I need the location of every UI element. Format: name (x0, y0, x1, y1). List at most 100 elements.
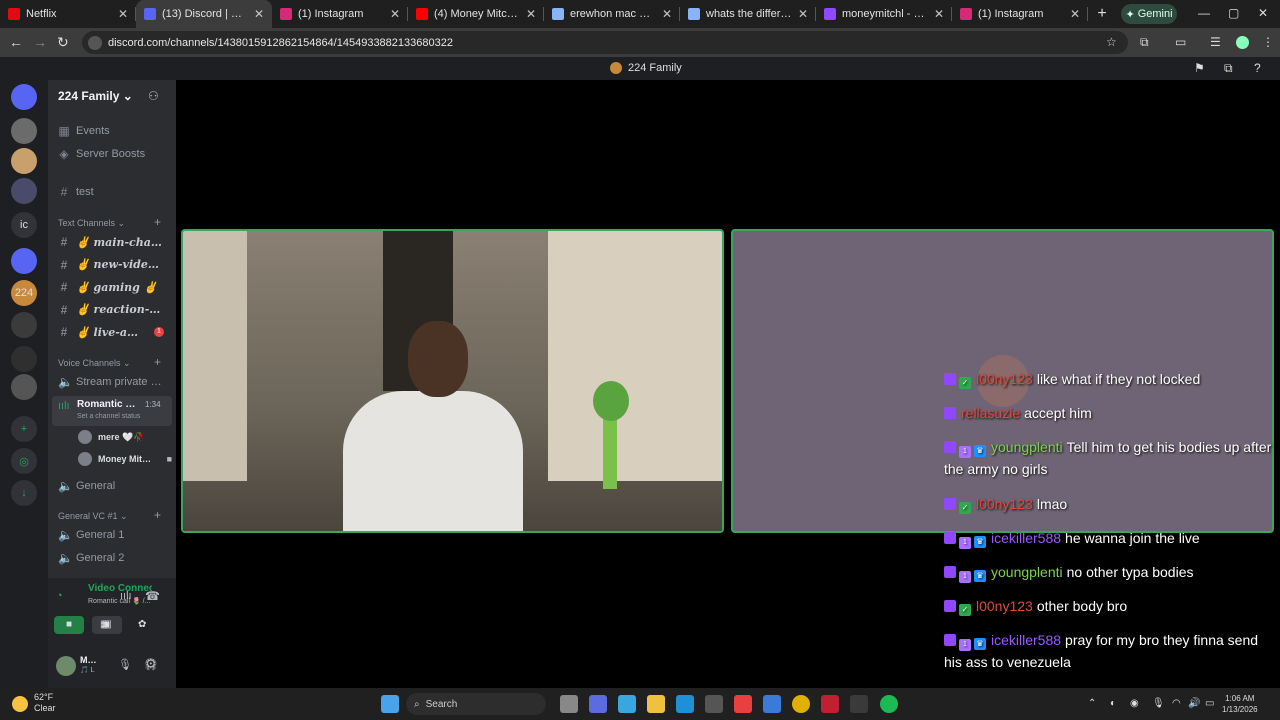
voice-channel-general-2[interactable]: 🔈 General 2 (58, 548, 170, 568)
settings-gear-icon[interactable]: ⚙ (145, 656, 157, 672)
server-icon[interactable] (11, 178, 37, 204)
mail-icon[interactable] (763, 695, 781, 713)
close-tab-icon[interactable]: ✕ (254, 7, 264, 21)
battery-icon[interactable]: ▭ (1205, 698, 1214, 709)
bookmark-star-icon[interactable]: ☆ (1106, 35, 1117, 49)
server-icon[interactable]: ic (11, 212, 37, 238)
text-channel[interactable]: # ✌ gaming ✌ (58, 277, 170, 297)
maximize-icon[interactable]: ▢ (1228, 6, 1239, 20)
server-icon[interactable] (11, 346, 37, 372)
store-icon[interactable] (705, 695, 723, 713)
close-tab-icon[interactable]: ✕ (1070, 7, 1080, 21)
close-tab-icon[interactable]: ✕ (798, 7, 808, 21)
channel-test[interactable]: # test (58, 182, 170, 202)
voice-channels-category[interactable]: Voice Channels ⌄ (58, 358, 131, 369)
voice-channel-stream-private[interactable]: 🔈 Stream private … (58, 372, 170, 392)
close-tab-icon[interactable]: ✕ (118, 7, 128, 21)
text-channel[interactable]: # ✌ main-cha… (58, 232, 170, 252)
server-icon[interactable] (11, 312, 37, 338)
close-tab-icon[interactable]: ✕ (526, 7, 536, 21)
camera-video-tile[interactable] (181, 229, 724, 533)
task-view-icon[interactable] (560, 695, 578, 713)
browser-tab[interactable]: (4) Money Mitchl - YouT ✕ (408, 0, 544, 28)
events-item[interactable]: ▦ Events (58, 121, 170, 141)
app-icon[interactable] (734, 695, 752, 713)
voice-channel-general-1[interactable]: 🔈 General 1 (58, 525, 170, 545)
wifi-icon[interactable]: ◠ (1172, 698, 1181, 709)
reload-icon[interactable]: ↻ (57, 34, 69, 51)
server-icon[interactable] (11, 374, 37, 400)
minimize-icon[interactable]: — (1198, 6, 1210, 20)
media-icon[interactable]: ☰ (1210, 35, 1221, 49)
address-bar[interactable]: discord.com/channels/1438015912862154864… (82, 31, 1128, 54)
menu-kebab-icon[interactable]: ⋮ (1262, 35, 1274, 49)
site-info-icon[interactable] (88, 35, 102, 50)
new-tab-button[interactable]: + (1088, 5, 1116, 23)
browser-tab[interactable]: (1) Instagram ✕ (952, 0, 1088, 28)
back-icon[interactable]: ← (9, 34, 23, 50)
browser-tab[interactable]: (1) Instagram ✕ (272, 0, 408, 28)
server-icon[interactable] (11, 248, 37, 274)
active-voice-channel[interactable]: ıılı Romantic … 1:34 Set a channel statu… (52, 396, 172, 426)
close-window-icon[interactable]: ✕ (1258, 6, 1268, 20)
browser-tab[interactable]: moneymitchl - Video P ✕ (816, 0, 952, 28)
add-voice-channel-icon[interactable]: + (154, 355, 161, 369)
close-tab-icon[interactable]: ✕ (662, 7, 672, 21)
browser-tab[interactable]: whats the difference be ✕ (680, 0, 816, 28)
windows-start-icon[interactable] (381, 695, 399, 713)
noise-suppression-icon[interactable]: ıılı (120, 590, 132, 602)
cast-icon[interactable]: ▭ (1175, 35, 1186, 49)
voice-user[interactable]: Money Mit… ■ (78, 449, 172, 469)
browser-tab[interactable]: (13) Discord | Roma ✕ (136, 0, 272, 28)
extensions-icon[interactable]: ⧉ (1140, 35, 1149, 50)
download-icon[interactable]: ↓ (11, 480, 37, 506)
spotify-icon[interactable] (880, 695, 898, 713)
weather-app-icon[interactable] (618, 695, 636, 713)
forward-icon[interactable]: → (33, 34, 47, 50)
text-channel[interactable]: # ✌ reaction-… (58, 300, 170, 320)
volume-icon[interactable]: 🔊 (1188, 698, 1200, 709)
disconnect-icon[interactable]: ☎ (145, 589, 160, 603)
close-tab-icon[interactable]: ✕ (934, 7, 944, 21)
server-name[interactable]: 224 Family ⌄ (58, 89, 133, 103)
gemini-button[interactable]: ✦ Gemini (1121, 4, 1177, 24)
discord-home-icon[interactable] (11, 84, 37, 110)
tray-app-icon[interactable]: ◐ (1110, 698, 1116, 709)
browser-tab[interactable]: erewhon mac and chee ✕ (544, 0, 680, 28)
add-server-icon[interactable]: + (11, 416, 37, 442)
server-icon[interactable] (11, 118, 37, 144)
weather-widget[interactable]: 62°F Clear (34, 692, 56, 714)
mic-tray-icon[interactable]: 🎙 (1152, 698, 1165, 709)
avatar[interactable] (56, 656, 76, 676)
file-explorer-icon[interactable] (647, 695, 665, 713)
voice-channel-general[interactable]: 🔈 General (58, 476, 170, 496)
activities-icon[interactable]: ▦ (100, 619, 109, 630)
soundboard-icon[interactable]: ✿ (138, 619, 146, 630)
edge-icon[interactable] (676, 695, 694, 713)
flag-icon[interactable]: ⚑ (1194, 61, 1205, 75)
close-tab-icon[interactable]: ✕ (390, 7, 400, 21)
popout-icon[interactable]: ⧉ (1224, 61, 1233, 76)
tray-chevron-icon[interactable]: ⌃ (1088, 698, 1096, 709)
system-clock[interactable]: 1:06 AM 1/13/2026 (1222, 693, 1258, 715)
camera-button[interactable]: ■ (54, 616, 84, 634)
invite-icon[interactable]: ⚇ (148, 89, 159, 103)
general-vc-category[interactable]: General VC #1 ⌄ (58, 511, 128, 522)
taskbar-search[interactable]: ⌕ Search (406, 693, 546, 715)
server-icon[interactable]: 224 (11, 280, 37, 306)
text-channels-category[interactable]: Text Channels ⌄ (58, 218, 125, 229)
server-icon[interactable] (11, 148, 37, 174)
chrome-icon[interactable] (792, 695, 810, 713)
add-vc-icon[interactable]: + (154, 508, 161, 522)
tray-app-icon[interactable]: ◉ (1130, 698, 1139, 709)
browser-tab[interactable]: Netflix ✕ (0, 0, 136, 28)
copilot-icon[interactable] (589, 695, 607, 713)
add-channel-icon[interactable]: + (154, 215, 161, 229)
terminal-icon[interactable] (850, 695, 868, 713)
voice-user[interactable]: mere 🤍🥀 (78, 427, 172, 447)
microphone-icon[interactable]: 🎙 (118, 658, 132, 671)
help-icon[interactable]: ? (1254, 61, 1261, 75)
profile-avatar[interactable] (1236, 36, 1249, 49)
shield-app-icon[interactable] (821, 695, 839, 713)
text-channel[interactable]: # ✌ new-vide… (58, 255, 170, 275)
